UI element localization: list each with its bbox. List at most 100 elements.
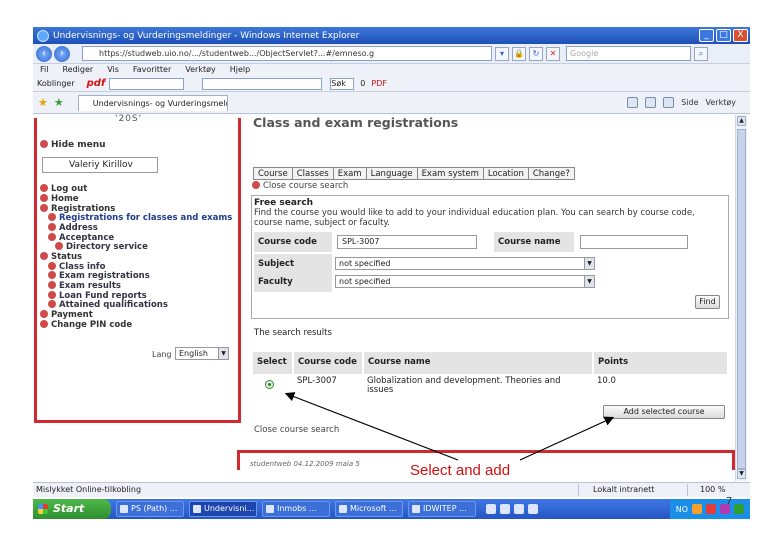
tray-icon[interactable] xyxy=(692,504,702,514)
menu-label: Change PIN code xyxy=(51,320,133,330)
tab-location[interactable]: Location xyxy=(482,167,529,180)
minimize-button[interactable]: _ xyxy=(699,29,714,42)
menu-view[interactable]: Vis xyxy=(107,64,119,76)
quicklaunch-icon[interactable] xyxy=(528,504,538,514)
page-menu[interactable]: Side xyxy=(681,98,698,107)
toolbar-select[interactable] xyxy=(202,77,323,90)
dropdown-icon[interactable]: ▾ xyxy=(495,46,509,61)
windows-taskbar: Start PS (Path) ... Undervisni... Inmobs… xyxy=(33,499,750,519)
menu-payment[interactable]: Payment xyxy=(40,310,93,320)
zoom-level[interactable]: 100 % xyxy=(687,484,725,496)
search-results-label: The search results xyxy=(254,328,332,338)
faculty-select[interactable]: not specified ▼ xyxy=(335,275,595,288)
back-button[interactable]: ‹ xyxy=(36,45,52,62)
quicklaunch-icon[interactable] xyxy=(514,504,524,514)
bullet-icon xyxy=(40,194,48,202)
links-label[interactable]: Koblinger xyxy=(37,79,75,88)
menu-label: Directory service xyxy=(66,242,148,252)
close-course-search-bottom-link[interactable]: Close course search xyxy=(254,425,339,435)
course-code-label: Course code xyxy=(254,232,332,252)
course-code-cell: SPL-3007 xyxy=(293,373,363,400)
start-button[interactable]: Start xyxy=(33,499,111,519)
scroll-thumb[interactable] xyxy=(737,129,746,469)
taskbar-item[interactable]: PS (Path) ... xyxy=(116,501,184,517)
address-input[interactable]: https://studweb.uio.no/.../studentweb...… xyxy=(82,46,492,61)
course-name-cell: Globalization and development. Theories … xyxy=(363,373,593,400)
course-name-input[interactable] xyxy=(580,235,688,249)
bullet-icon xyxy=(40,320,48,328)
tab-exam[interactable]: Exam xyxy=(332,167,367,180)
col-select: Select xyxy=(253,352,294,374)
tab-course[interactable]: Course xyxy=(253,167,293,180)
subject-select[interactable]: not specified ▼ xyxy=(335,257,595,270)
hide-menu-link[interactable]: Hide menu xyxy=(40,140,106,150)
taskbar-item[interactable]: Inmobs ... xyxy=(262,501,330,517)
menu-exam-results[interactable]: Exam results xyxy=(48,281,121,291)
search-icon[interactable]: ⌕ xyxy=(694,46,708,61)
select-course-radio[interactable] xyxy=(265,379,274,389)
scroll-down-icon[interactable]: ▼ xyxy=(737,469,746,479)
menu-exam-registrations[interactable]: Exam registrations xyxy=(48,271,150,281)
menu-address[interactable]: Address xyxy=(48,223,98,233)
vertical-scrollbar[interactable]: ▲ ▼ xyxy=(735,115,747,481)
toolbar-search-box[interactable] xyxy=(109,77,185,90)
tray-icon[interactable] xyxy=(706,504,716,514)
table-row[interactable]: SPL-3007 Globalization and development. … xyxy=(253,373,728,400)
add-selected-course-button[interactable]: Add selected course xyxy=(603,405,725,419)
taskbar-item[interactable]: Microsoft ... xyxy=(335,501,403,517)
tab-change[interactable]: Change? xyxy=(527,167,575,180)
favorites-star-icon[interactable]: ★ xyxy=(38,96,48,109)
menu-label: Attained qualifications xyxy=(59,300,168,310)
quicklaunch-icon[interactable] xyxy=(486,504,496,514)
tab-exam-system[interactable]: Exam system xyxy=(416,167,484,180)
menu-label: Registrations for classes and exams xyxy=(59,213,233,223)
menu-directory-service[interactable]: Directory service xyxy=(55,242,148,252)
menu-attained-qualifications[interactable]: Attained qualifications xyxy=(48,300,168,310)
quicklaunch-icon[interactable] xyxy=(500,504,510,514)
taskbar-item[interactable]: IDWITEP ... xyxy=(408,501,476,517)
ie-icon xyxy=(37,29,49,42)
taskbar-item[interactable]: Undervisni... xyxy=(189,501,257,517)
registration-tabs: Course Classes Exam Language Exam system… xyxy=(253,167,575,180)
feeds-icon[interactable] xyxy=(645,97,657,108)
scroll-up-icon[interactable]: ▲ xyxy=(737,116,746,126)
course-code-input[interactable]: SPL-3007 xyxy=(337,235,477,249)
menu-status[interactable]: Status xyxy=(40,252,82,262)
menu-file[interactable]: Fil xyxy=(40,64,48,76)
menu-favorites[interactable]: Favoritter xyxy=(133,64,171,76)
menu-edit[interactable]: Rediger xyxy=(62,64,93,76)
chevron-down-icon: ▼ xyxy=(584,276,594,287)
language-select[interactable]: English ▼ xyxy=(175,347,229,360)
print-icon[interactable] xyxy=(663,97,675,108)
tools-menu[interactable]: Verktøy xyxy=(706,98,736,107)
tab-language[interactable]: Language xyxy=(365,167,418,180)
menu-change-pin[interactable]: Change PIN code xyxy=(40,320,132,330)
bullet-icon xyxy=(48,291,56,299)
close-course-search-link[interactable]: Close course search xyxy=(252,181,348,191)
forward-button[interactable]: › xyxy=(54,45,70,62)
find-button[interactable]: Find xyxy=(695,295,720,309)
close-window-button[interactable]: X xyxy=(733,29,748,42)
tab-classes[interactable]: Classes xyxy=(291,167,334,180)
add-favorite-icon[interactable]: ★ xyxy=(54,96,64,109)
menu-registrations-classes-exams[interactable]: Registrations for classes and exams xyxy=(48,213,232,223)
language-indicator[interactable]: NO xyxy=(676,505,688,514)
menu-home[interactable]: Home xyxy=(40,194,79,204)
search-input[interactable]: Google xyxy=(566,46,691,61)
bullet-icon xyxy=(48,213,56,221)
toolbar-pdf-button[interactable]: PDF xyxy=(371,79,387,88)
toolbar-search-button[interactable]: Søk xyxy=(330,77,355,90)
window-titlebar[interactable]: Undervisnings- og Vurderingsmeldinger - … xyxy=(33,27,750,44)
refresh-icon[interactable]: ↻ xyxy=(529,46,543,61)
bullet-icon xyxy=(48,300,56,308)
menu-log-out[interactable]: Log out xyxy=(40,184,87,194)
subject-label: Subject xyxy=(254,254,332,274)
menu-help[interactable]: Hjelp xyxy=(230,64,250,76)
stop-icon[interactable]: ✕ xyxy=(546,46,560,61)
tray-icon[interactable] xyxy=(734,504,744,514)
browser-tab[interactable]: Undervisnings- og Vurderingsmeldinger xyxy=(77,94,228,111)
menu-tools[interactable]: Verktøy xyxy=(185,64,215,76)
home-icon[interactable] xyxy=(627,97,639,108)
menu-label: Exam registrations xyxy=(59,271,150,281)
maximize-button[interactable]: □ xyxy=(716,29,731,42)
